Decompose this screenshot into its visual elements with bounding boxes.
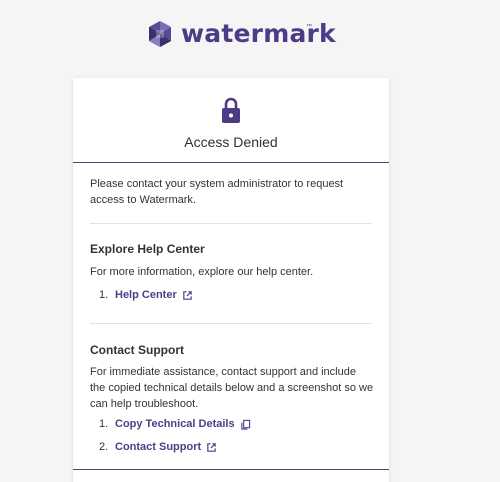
watermark-logo[interactable]: watermark [147,18,336,50]
list-number: 2. [99,441,109,453]
page-title: Access Denied [184,134,278,150]
section-divider [90,323,372,324]
copy-technical-details-link[interactable]: Copy Technical Details [115,417,235,431]
card-header: Access Denied [73,78,389,163]
support-list-item: 2. Contact Support [99,440,217,454]
access-denied-card: Access Denied Please contact your system… [73,78,389,482]
list-number: 1. [99,418,109,430]
watermark-logo-icon [149,21,171,47]
external-link-icon[interactable] [182,290,193,301]
help-section-title: Explore Help Center [90,242,205,256]
trademark-symbol: ™ [306,24,312,30]
support-section-title: Contact Support [90,343,184,357]
support-section-text: For immediate assistance, contact suppor… [90,366,374,410]
list-number: 1. [99,289,109,301]
intro-text: Please contact your system administrator… [90,178,344,206]
help-center-link[interactable]: Help Center [115,288,177,302]
logo-wordmark: watermark [181,18,336,48]
access-denied-page: watermark ™ Access Denied Please contact… [0,0,500,482]
lock-icon [222,97,240,123]
section-divider [90,223,372,224]
support-list-item: 1. Copy Technical Details [99,417,251,431]
contact-support-link[interactable]: Contact Support [115,440,201,454]
help-list-item: 1. Help Center [99,288,193,302]
copy-icon[interactable] [240,419,251,430]
help-section-text: For more information, explore our help c… [90,266,314,278]
card-bottom-divider [73,469,389,470]
external-link-icon[interactable] [206,442,217,453]
